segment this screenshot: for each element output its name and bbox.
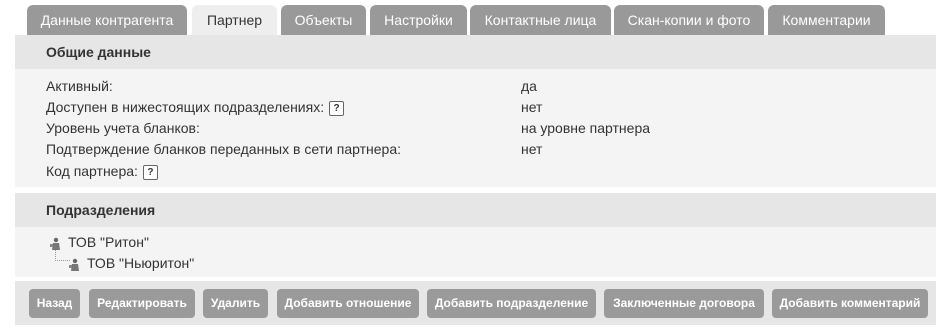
general-panel: Общие данные Активный: да Доступен в ниж… xyxy=(15,35,936,187)
field-blank-level-label: Уровень учета бланков: xyxy=(46,120,200,136)
tree-item-riton[interactable]: ТОВ "Ритон" xyxy=(49,232,149,252)
back-button[interactable]: Назад xyxy=(29,289,80,318)
help-icon[interactable]: ? xyxy=(329,100,345,116)
tab-partner[interactable]: Партнер xyxy=(192,5,277,35)
divisions-panel-body: ТОВ "Ритон" ТОВ "Ньюритон" xyxy=(15,227,936,277)
tab-comments[interactable]: Комментарии xyxy=(768,5,885,35)
field-blank-level-value: на уровне партнера xyxy=(521,120,651,136)
tree-item-label: ТОВ "Ньюритон" xyxy=(87,255,195,271)
tree-node-icon xyxy=(68,257,82,272)
field-partner-code-label: Код партнера:? xyxy=(46,161,158,181)
tab-settings[interactable]: Настройки xyxy=(370,5,467,35)
tab-contacts[interactable]: Контактные лица xyxy=(470,5,611,35)
add-comment-button[interactable]: Добавить комментарий xyxy=(772,289,928,318)
field-confirm-blanks-value: нет xyxy=(521,141,543,157)
help-icon[interactable]: ? xyxy=(142,164,158,180)
tab-counterparty-data[interactable]: Данные контрагента xyxy=(27,5,187,35)
delete-button[interactable]: Удалить xyxy=(203,289,268,318)
field-active-value: да xyxy=(521,78,537,94)
contracts-button[interactable]: Заключенные договора xyxy=(604,289,764,318)
field-active-label: Активный: xyxy=(46,78,113,94)
action-bar: Назад Редактировать Удалить Добавить отн… xyxy=(15,281,936,325)
field-confirm-blanks-label: Подтверждение бланков переданных в сети … xyxy=(46,141,402,157)
divisions-panel: Подразделения ТОВ "Ритон" ТОВ "Ньюритон" xyxy=(15,193,936,277)
tree-item-label: ТОВ "Ритон" xyxy=(68,234,149,250)
tab-objects[interactable]: Объекты xyxy=(281,5,366,35)
tree-item-nyuriton[interactable]: ТОВ "Ньюритон" xyxy=(68,253,194,273)
field-available-label: Доступен в нижестоящих подразделениях:? xyxy=(46,97,345,117)
tree-node-icon xyxy=(49,236,63,251)
edit-button[interactable]: Редактировать xyxy=(89,289,195,318)
field-available-value: нет xyxy=(521,99,543,115)
tab-scans-photos[interactable]: Скан-копии и фото xyxy=(614,5,764,35)
add-division-button[interactable]: Добавить подразделение xyxy=(427,289,596,318)
add-relation-button[interactable]: Добавить отношение xyxy=(277,289,419,318)
divisions-panel-title: Подразделения xyxy=(15,193,936,227)
general-panel-title: Общие данные xyxy=(15,35,936,69)
general-panel-body: Активный: да Доступен в нижестоящих подр… xyxy=(15,69,936,187)
